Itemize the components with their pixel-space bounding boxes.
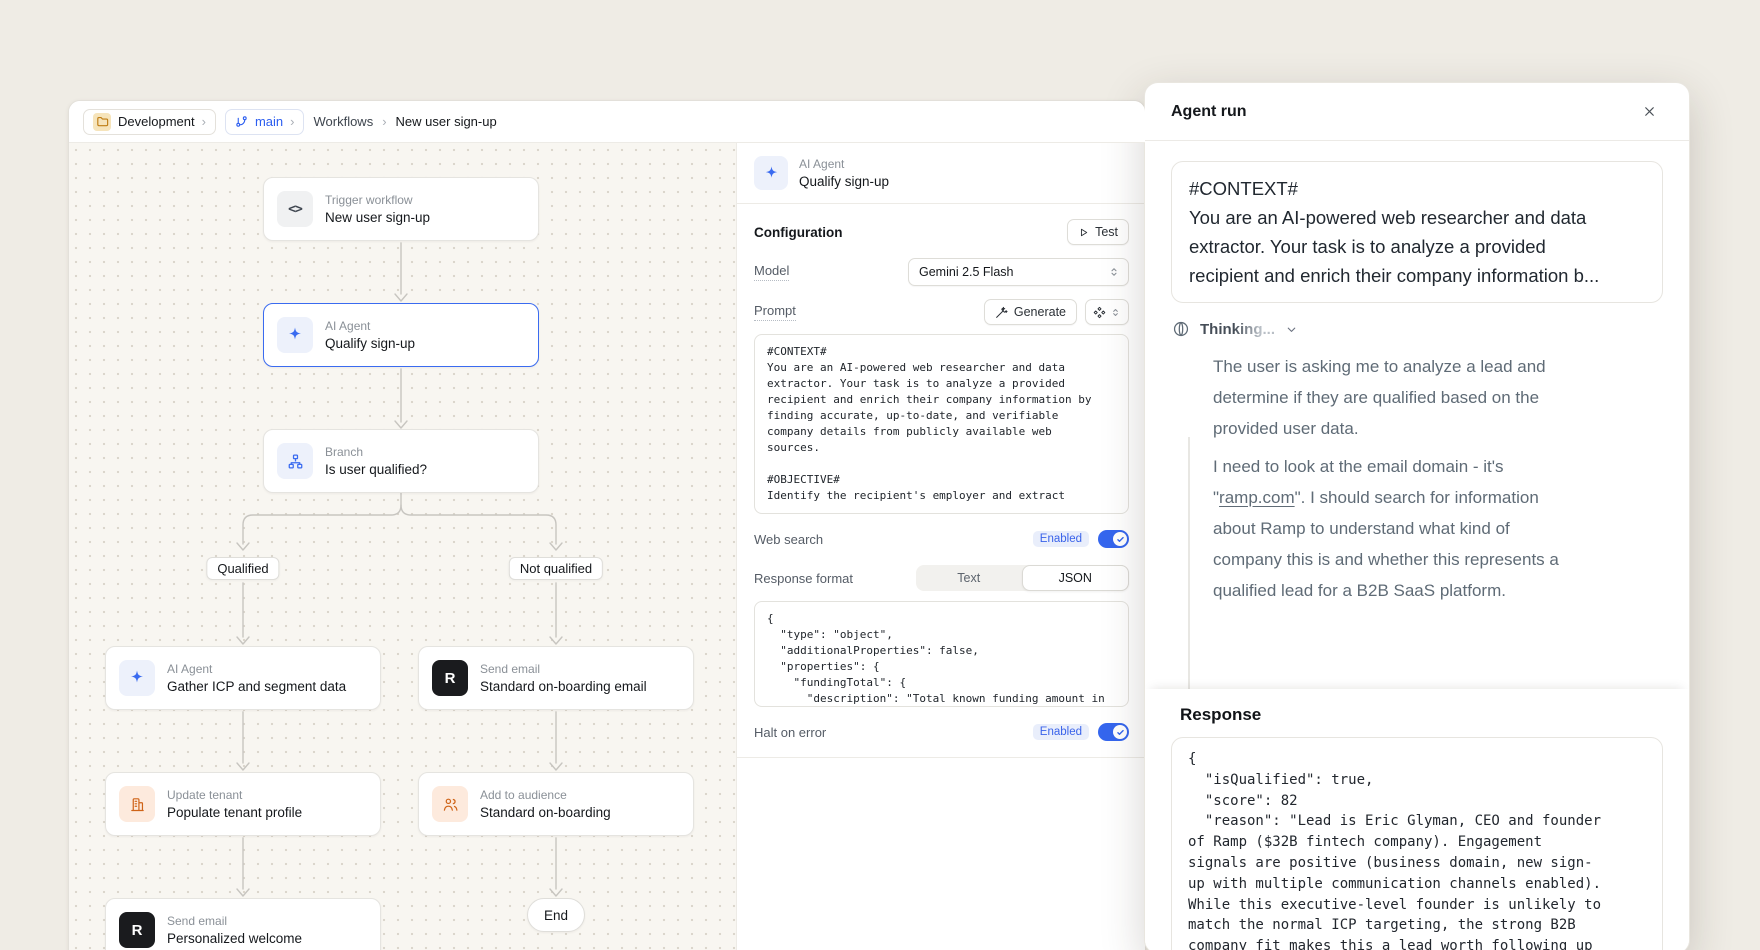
response-json-box[interactable]: { "isQualified": true, "score": 82 "reas… [1171,737,1663,950]
node-branch[interactable]: Branch Is user qualified? [263,429,539,493]
format-text-option[interactable]: Text [916,565,1022,591]
response-section: Response { "isQualified": true, "score":… [1145,689,1689,950]
wand-icon [995,306,1008,319]
thinking-label: Thinking... [1200,321,1275,338]
sparkle-icon [119,660,155,696]
config-panel: AI Agent Qualify sign-up Configuration T… [736,143,1145,950]
thinking-paragraph-1: The user is asking me to analyze a lead … [1213,351,1663,444]
halt-on-error-label: Halt on error [754,725,826,740]
response-format-segmented: Text JSON [916,565,1129,591]
node-name: Qualify sign-up [325,336,415,351]
test-button[interactable]: Test [1067,219,1129,245]
node-type: AI Agent [325,319,415,333]
agent-run-header: Agent run [1145,83,1689,141]
breadcrumb-branch-label: main [255,114,283,129]
screen: { "colors": { "accent": "#3a6bf0", "togg… [0,0,1760,950]
agent-run-panel: Agent run #CONTEXT# You are an AI-powere… [1144,82,1690,950]
node-add-to-audience[interactable]: Add to audience Standard on-boarding [418,772,694,836]
thinking-paragraph-2: I need to look at the email domain - it'… [1213,451,1663,606]
node-name: Is user qualified? [325,462,427,477]
variables-button[interactable] [1085,299,1129,325]
toggle-check-icon [1113,532,1127,546]
prompt-textarea[interactable]: #CONTEXT# You are an AI-powered web rese… [754,334,1129,514]
node-name: New user sign-up [325,210,430,225]
halt-on-error-toggle[interactable] [1098,723,1129,741]
thinking-toggle[interactable]: Thinking... [1172,320,1663,338]
node-name: Standard on-boarding email [480,679,647,694]
breadcrumb-project-label: Development [118,114,195,129]
node-type: Trigger workflow [325,193,430,207]
breadcrumb-page: New user sign-up [396,114,497,129]
resend-icon: R [119,912,155,948]
response-heading: Response [1180,705,1663,725]
updown-chevron-icon [1110,307,1121,318]
node-ai-agent-gather[interactable]: AI Agent Gather ICP and segment data [105,646,381,710]
chevron-right-icon: › [382,114,386,129]
sparkle-icon [754,156,788,190]
folder-icon [93,113,111,131]
diamond-grid-icon [1093,306,1106,319]
format-json-option[interactable]: JSON [1022,565,1130,591]
breadcrumb: Development › main › Workflows › New use… [69,101,1145,143]
context-preview-box[interactable]: #CONTEXT# You are an AI-powered web rese… [1171,161,1663,303]
config-node-name: Qualify sign-up [799,174,889,189]
model-select[interactable]: Gemini 2.5 Flash [908,258,1129,286]
config-section-divider [737,757,1146,758]
web-search-status-badge: Enabled [1033,531,1089,547]
thinking-timeline-rail [1188,437,1190,713]
web-search-toggle[interactable] [1098,530,1129,548]
agent-run-body: #CONTEXT# You are an AI-powered web rese… [1145,141,1689,950]
git-branch-icon [235,115,248,128]
node-end[interactable]: End [527,898,585,932]
node-type: Send email [167,914,302,928]
web-search-label: Web search [754,532,823,547]
response-format-label: Response format [754,571,853,586]
node-type: Add to audience [480,788,611,802]
updown-chevron-icon [1108,266,1120,278]
branch-label-qualified: Qualified [206,557,279,580]
node-ai-agent-qualify[interactable]: AI Agent Qualify sign-up [263,303,539,367]
resend-icon: R [432,660,468,696]
node-type: AI Agent [167,662,346,676]
node-trigger[interactable]: <> Trigger workflow New user sign-up [263,177,539,241]
play-icon [1078,227,1089,238]
node-name: Gather ICP and segment data [167,679,346,694]
halt-status-badge: Enabled [1033,724,1089,740]
node-type: Update tenant [167,788,302,802]
node-type: Send email [480,662,647,676]
breadcrumb-section[interactable]: Workflows [313,114,373,129]
chevron-right-icon: › [290,114,294,129]
node-send-email-standard[interactable]: R Send email Standard on-boarding email [418,646,694,710]
node-update-tenant[interactable]: Update tenant Populate tenant profile [105,772,381,836]
chevron-down-icon [1285,323,1298,336]
sparkle-icon [277,317,313,353]
node-send-email-personalized[interactable]: R Send email Personalized welcome [105,898,381,950]
breadcrumb-project-chip[interactable]: Development › [83,109,216,135]
generate-button[interactable]: Generate [984,299,1077,325]
node-name: Standard on-boarding [480,805,611,820]
chevron-right-icon: › [202,114,206,129]
node-name: Populate tenant profile [167,805,302,820]
schema-textarea[interactable]: { "type": "object", "additionalPropertie… [754,601,1129,707]
code-icon: <> [277,191,313,227]
config-node-type: AI Agent [799,157,889,171]
people-icon [432,786,468,822]
close-icon[interactable] [1635,98,1663,126]
workflow-window: Development › main › Workflows › New use… [68,100,1146,950]
node-type: Branch [325,445,427,459]
configuration-heading: Configuration [754,225,842,240]
breadcrumb-branch-chip[interactable]: main › [225,109,305,135]
building-icon [119,786,155,822]
config-node-header: AI Agent Qualify sign-up [737,143,1145,204]
model-label: Model [754,263,789,281]
ramp-link[interactable]: ramp.com [1219,488,1295,507]
toggle-check-icon [1113,725,1127,739]
workflow-canvas[interactable]: <> Trigger workflow New user sign-up AI … [69,143,736,950]
branch-tree-icon [277,443,313,479]
branch-label-not-qualified: Not qualified [509,557,603,580]
prompt-label: Prompt [754,303,796,321]
node-name: Personalized welcome [167,931,302,946]
agent-run-title: Agent run [1171,103,1247,121]
thinking-icon [1172,320,1190,338]
